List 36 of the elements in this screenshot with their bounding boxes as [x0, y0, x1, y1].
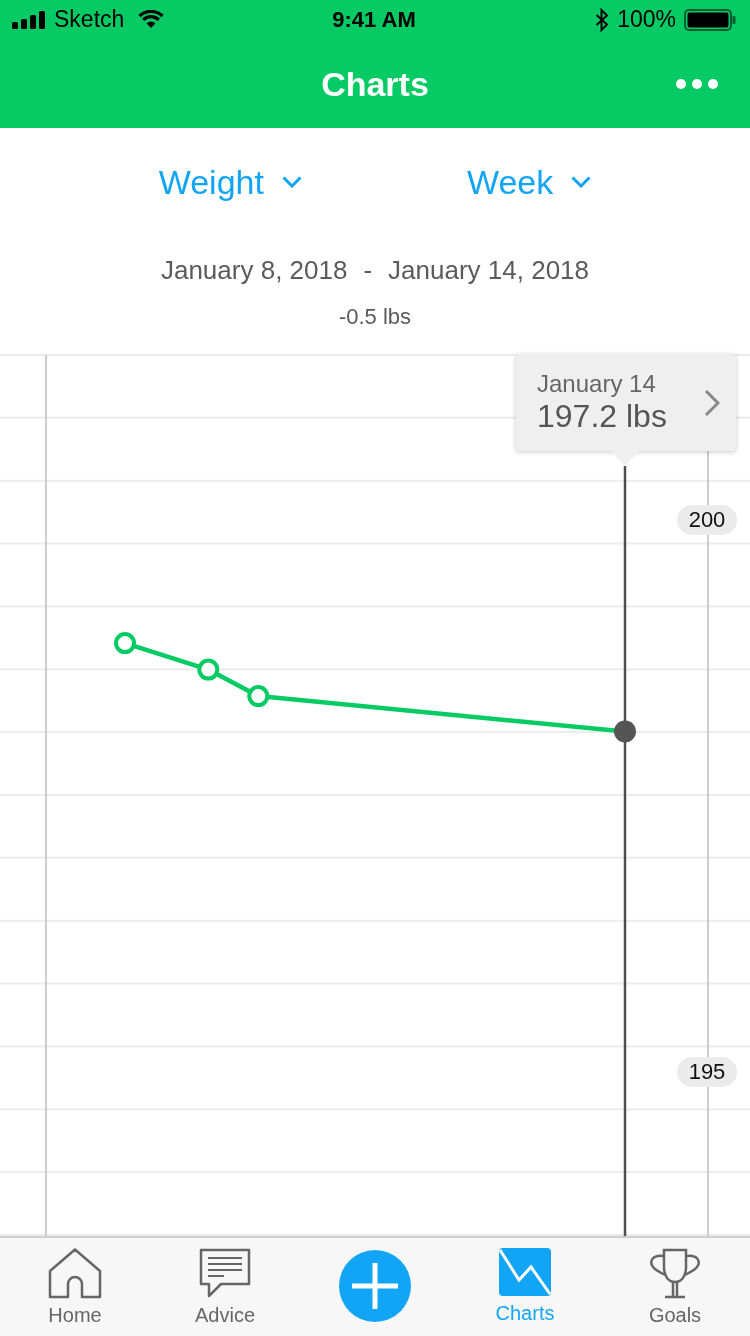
- line-chart-icon: [498, 1247, 552, 1297]
- screen-title: Charts: [321, 63, 429, 105]
- tab[interactable]: Goals: [635, 1238, 715, 1327]
- selected-point[interactable]: [614, 720, 636, 743]
- y-axis-label: 195: [677, 1056, 737, 1087]
- y-axis-label: 200: [677, 504, 737, 535]
- data-tooltip[interactable]: January 14 197.2 lbs: [516, 354, 736, 451]
- carrier-name: Sketch: [54, 7, 125, 33]
- speech-bubble-icon: [197, 1247, 253, 1299]
- trophy-icon: [647, 1247, 703, 1299]
- chevron-right-icon: [704, 388, 720, 417]
- tooltip-pointer: [610, 450, 640, 466]
- tooltip-value: 197.2 lbs: [537, 397, 667, 435]
- signal-icon: [12, 11, 46, 29]
- data-point[interactable]: [114, 632, 136, 655]
- start-date: January 8, 2018: [160, 255, 348, 287]
- data-point[interactable]: [197, 658, 220, 681]
- battery-icon: [684, 9, 736, 31]
- range-separator: -: [363, 255, 373, 287]
- end-date: January 14, 2018: [388, 255, 590, 287]
- tab[interactable]: Home: [35, 1238, 115, 1327]
- plus-icon: [352, 1263, 398, 1309]
- data-point[interactable]: [247, 685, 270, 708]
- chevron-down-icon: [571, 176, 592, 188]
- more-icon[interactable]: [676, 79, 718, 89]
- dropdown-button[interactable]: Week: [466, 161, 592, 203]
- tooltip-date: January 14: [537, 370, 657, 398]
- chevron-down-icon: [281, 176, 302, 188]
- bluetooth-icon: [595, 8, 610, 32]
- battery-percent: 100%: [617, 7, 676, 33]
- status-time: 9:41 AM: [332, 7, 416, 33]
- tab[interactable]: Advice: [183, 1238, 267, 1327]
- weight-change: -0.5 lbs: [338, 303, 412, 331]
- home-icon: [47, 1247, 103, 1299]
- wifi-icon: [138, 10, 165, 30]
- dropdown-button[interactable]: Weight: [158, 161, 302, 203]
